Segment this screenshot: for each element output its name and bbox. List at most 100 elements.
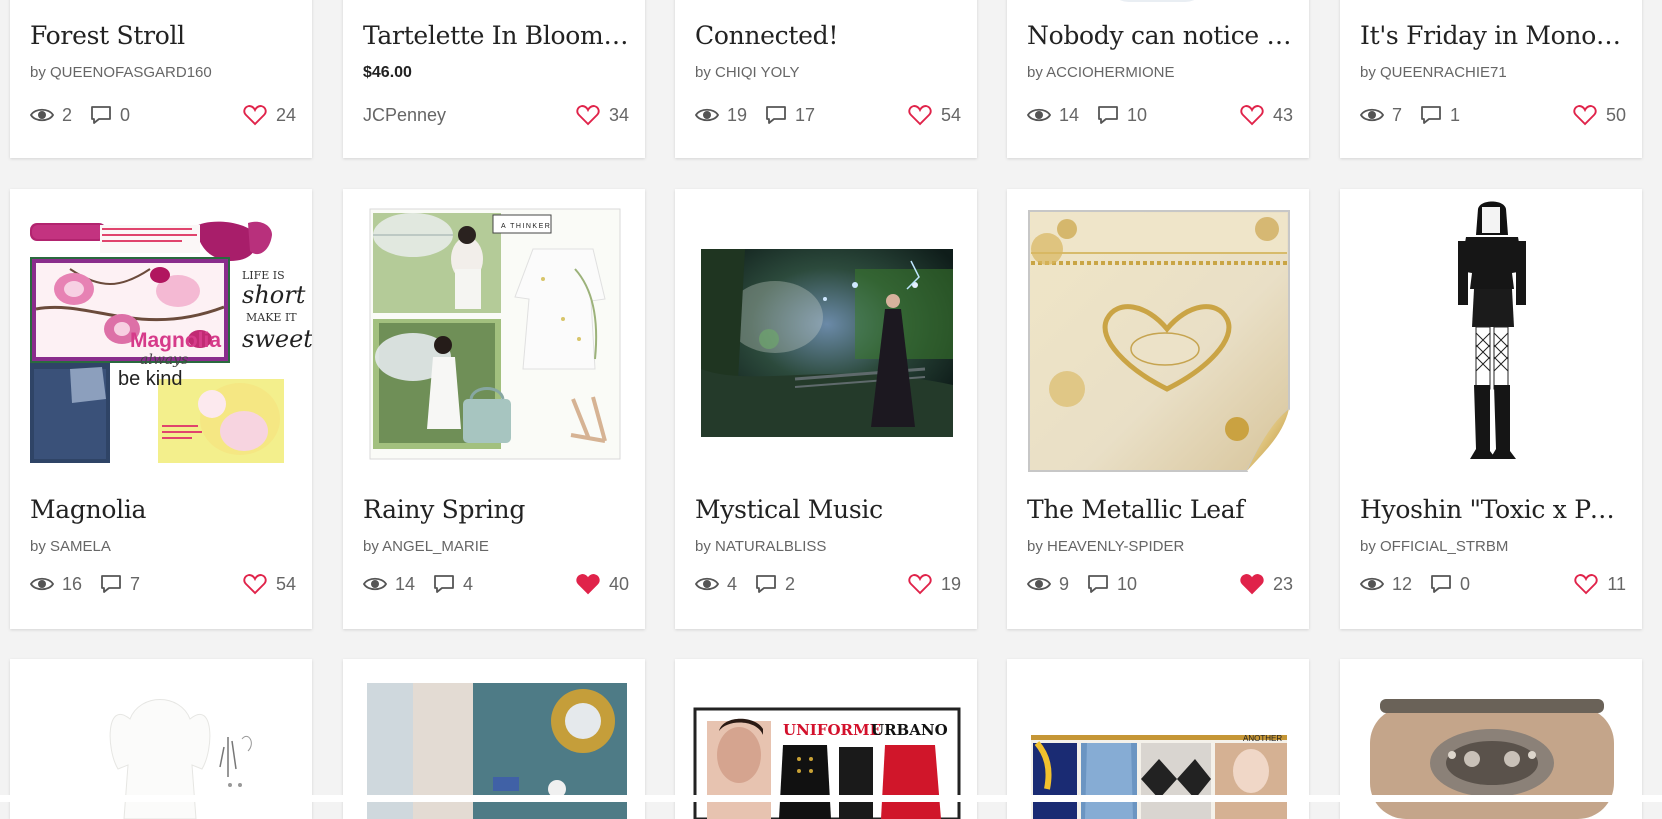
card-hyoshin[interactable]: Hyoshin "Toxic x Pon... by OFFICIAL_STRB… [1340, 189, 1642, 629]
shop-name[interactable]: JCPenney [363, 105, 446, 126]
eye-icon [1360, 577, 1384, 591]
comments-count: 1 [1450, 104, 1461, 125]
collage-word-uniforme: UNIFORME [783, 721, 881, 739]
views: 14 [1027, 105, 1079, 126]
card-stats: 19 17 54 [695, 102, 961, 128]
card-author[interactable]: by SAMELA [30, 538, 111, 555]
card-author[interactable]: by ANGEL_MARIE [363, 538, 489, 555]
comments-count: 17 [795, 104, 816, 125]
comments[interactable]: 1 [1420, 105, 1460, 126]
card-title[interactable]: Nobody can notice yo... [1027, 21, 1293, 50]
card-grid: Forest Stroll by QUEENOFASGARD160 2 0 24… [0, 0, 1662, 819]
card-nobody[interactable]: Nobody can notice yo... by ACCIOHERMIONE… [1007, 0, 1309, 158]
like-button[interactable]: 54 [243, 573, 296, 595]
set-thumbnail[interactable] [675, 189, 977, 479]
card-author[interactable]: by CHIQI YOLY [695, 64, 799, 81]
eye-icon [30, 108, 54, 122]
card-title[interactable]: The Metallic Leaf [1027, 495, 1293, 524]
card-friday[interactable]: It's Friday in Monoch... by QUEENRACHIE7… [1340, 0, 1642, 158]
views-count: 19 [727, 104, 748, 125]
card-connected[interactable]: Connected! by CHIQI YOLY 19 17 54 [675, 0, 977, 158]
views: 4 [695, 574, 737, 595]
card-mystical-music[interactable]: Mystical Music by NATURALBLISS 4 2 19 [675, 189, 977, 629]
comments[interactable]: 10 [1097, 105, 1147, 126]
card-magnolia[interactable]: Magnolia always be kind LIFE IS short MA… [10, 189, 312, 629]
likes-count: 23 [1272, 573, 1293, 594]
card-stats: 4 2 19 [695, 571, 961, 597]
comments-count: 0 [120, 104, 131, 125]
views-count: 4 [727, 573, 738, 594]
card-tartelette[interactable]: Tartelette In Bloom C... $46.00 JCPenney… [343, 0, 645, 158]
like-button[interactable]: 11 [1574, 573, 1626, 595]
views-count: 7 [1392, 104, 1403, 125]
card-title[interactable]: It's Friday in Monoch... [1360, 21, 1626, 50]
heart-outline-icon [1573, 105, 1597, 126]
comments[interactable]: 17 [765, 105, 815, 126]
likes-count: 40 [608, 573, 629, 594]
like-button[interactable]: 24 [243, 104, 296, 126]
card-stats: 7 1 50 [1360, 102, 1626, 128]
card-metallic-leaf[interactable]: The Metallic Leaf by HEAVENLY-SPIDER 9 1… [1007, 189, 1309, 629]
card-forest-stroll[interactable]: Forest Stroll by QUEENOFASGARD160 2 0 24 [10, 0, 312, 158]
collage-word-magnolia: Magnolia [130, 329, 221, 352]
like-button[interactable]: 34 [576, 104, 629, 126]
card-rainy-spring[interactable]: A THINKER Rainy Spring by ANGEL_MARIE 14… [343, 189, 645, 629]
card-title[interactable]: Magnolia [30, 495, 296, 524]
likes-count: 19 [940, 573, 961, 594]
set-thumbnail[interactable]: Magnolia always be kind LIFE IS short MA… [10, 189, 312, 479]
thumbnail-edge [1107, 0, 1207, 2]
product-price: $46.00 [363, 64, 412, 81]
collage-script-4: sweet [242, 325, 312, 353]
collage-word-another: ANOTHER [1243, 734, 1282, 743]
eye-icon [1027, 108, 1051, 122]
comments-count: 10 [1127, 104, 1148, 125]
collage-tag: A THINKER [501, 223, 551, 230]
collage-script-3: MAKE IT [246, 311, 297, 324]
card-author[interactable]: by QUEENOFASGARD160 [30, 64, 212, 81]
comments[interactable]: 0 [1430, 574, 1470, 595]
like-button[interactable]: 19 [908, 573, 961, 595]
views-count: 16 [62, 573, 83, 594]
comments[interactable]: 10 [1087, 574, 1137, 595]
eye-icon [695, 577, 719, 591]
card-author[interactable]: by QUEENRACHIE71 [1360, 64, 1507, 81]
card-author[interactable]: by OFFICIAL_STRBM [1360, 538, 1508, 555]
card-title[interactable]: Connected! [695, 21, 961, 50]
card-author[interactable]: by NATURALBLISS [695, 538, 826, 555]
comments[interactable]: 2 [755, 574, 795, 595]
views: 16 [30, 574, 82, 595]
heart-outline-icon [1240, 105, 1264, 126]
rainy-spring-collage-image: A THINKER [369, 208, 621, 460]
comments[interactable]: 0 [90, 105, 130, 126]
card-author[interactable]: by ACCIOHERMIONE [1027, 64, 1175, 81]
card-title[interactable]: Hyoshin "Toxic x Pon... [1360, 495, 1626, 524]
collage-word-be-kind: be kind [118, 368, 183, 390]
like-button[interactable]: 40 [576, 573, 629, 595]
views: 12 [1360, 574, 1412, 595]
views: 7 [1360, 105, 1402, 126]
card-title[interactable]: Tartelette In Bloom C... [363, 21, 629, 50]
card-title[interactable]: Mystical Music [695, 495, 961, 524]
like-button[interactable]: 50 [1573, 104, 1626, 126]
like-button[interactable]: 54 [908, 104, 961, 126]
like-button[interactable]: 43 [1240, 104, 1293, 126]
views: 19 [695, 105, 747, 126]
hyoshin-outfit-image [1458, 201, 1526, 459]
comments[interactable]: 7 [100, 574, 140, 595]
card-author[interactable]: by HEAVENLY-SPIDER [1027, 538, 1184, 555]
card-title[interactable]: Forest Stroll [30, 21, 296, 50]
comments-count: 4 [463, 573, 474, 594]
likes-count: 43 [1272, 104, 1293, 125]
like-button[interactable]: 23 [1240, 573, 1293, 595]
comments[interactable]: 4 [433, 574, 473, 595]
card-title[interactable]: Rainy Spring [363, 495, 629, 524]
set-thumbnail[interactable]: A THINKER [343, 189, 645, 479]
card-stats: JCPenney 34 [363, 102, 629, 128]
eye-icon [1360, 108, 1384, 122]
heart-filled-icon [576, 574, 600, 595]
card-stats: 9 10 23 [1027, 571, 1293, 597]
set-thumbnail[interactable] [1007, 189, 1309, 479]
set-thumbnail[interactable] [1340, 189, 1642, 479]
likes-count: 54 [940, 104, 961, 125]
collage-word-always: always [140, 352, 188, 368]
